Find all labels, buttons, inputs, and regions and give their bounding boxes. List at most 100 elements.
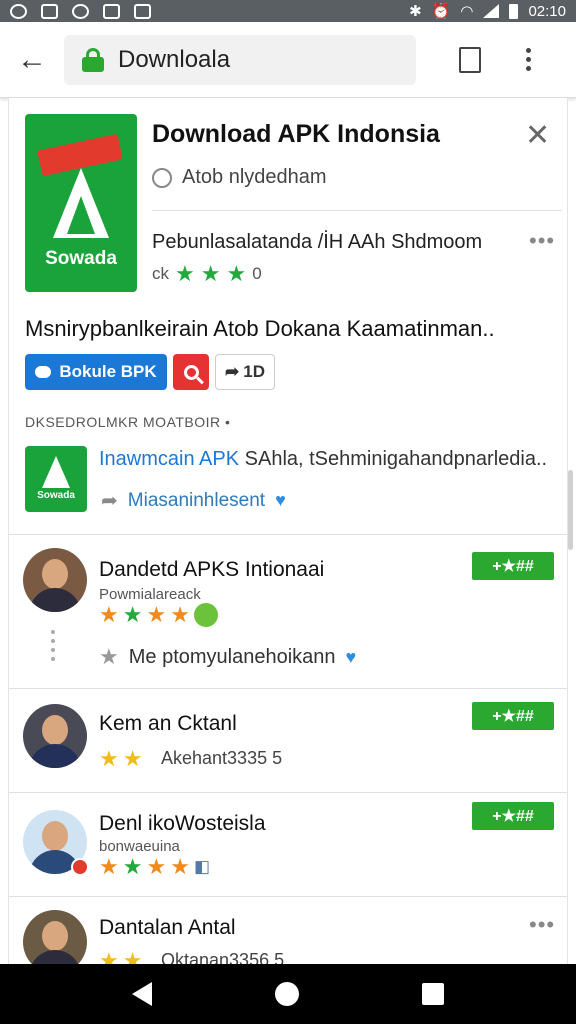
star-icon: ★ [200,261,221,286]
location-icon [72,3,89,19]
status-bar: ✱ ⏰ ◠ 02:10 [0,0,576,22]
download-count-icon: ck [152,264,169,283]
rating-badge: +★## [472,802,554,830]
review-title: Dandetd APKS Intionaai [99,558,325,581]
star-icon: ★ [99,602,119,627]
publisher-name: Atob nlydedham [182,166,327,188]
emoji-icon [193,603,218,627]
signal-icon [483,4,500,18]
thread-dots [51,630,55,661]
notification-icon [10,3,27,19]
review-meta: Akehant3335 5 [161,748,283,768]
app-hero-image[interactable]: Sowada [25,114,137,292]
search-button[interactable] [173,354,209,390]
clock-icon [152,167,172,188]
avatar [23,548,87,612]
download-icon [35,366,52,378]
scrollbar[interactable] [568,470,573,550]
star-icon[interactable]: ★ [99,644,119,670]
avatar [23,910,87,964]
review-stars: ★ ★ [99,948,142,964]
back-arrow-icon: ← [17,42,47,76]
review-meta: bonwaeuina [99,838,180,855]
review-stars: ★ ★ ★ ★ [99,602,218,628]
star-icon: ★ [122,602,143,627]
section-label: DKSEDROLMKR MOATBOIR • [25,414,231,430]
star-icon: ★ [170,602,190,627]
review-stars: ★ ★ [99,746,142,772]
share-id-button[interactable]: ➦ 1D [215,354,275,390]
alarm-icon: ⏰ [431,3,451,20]
image-icon [41,3,58,19]
sponsored-app-icon[interactable]: Sowada [25,446,87,512]
close-button[interactable]: ✕ [525,118,550,153]
close-icon: ✕ [525,119,551,152]
publisher-row: Atob nlydedham [152,166,327,189]
battery-icon [509,3,519,19]
back-button[interactable]: ← [0,28,64,92]
url-bar[interactable]: Downloala [64,34,416,85]
star-icon: ★ [99,854,119,879]
more-options-icon[interactable]: ••• [529,912,555,938]
review-meta: Powmialareack [99,586,201,603]
list-item[interactable]: Dandetd APKS Intionaai +★## Powmialareac… [9,534,567,688]
heart-icon[interactable]: ♥ [346,647,357,668]
rating-badge: +★## [472,702,554,730]
overflow-menu-button[interactable] [508,35,548,85]
more-options-icon[interactable]: ••• [529,228,555,254]
review-title: Denl ikoWosteisla [99,812,266,835]
star-icon: ★ [122,746,143,771]
avatar [23,704,87,768]
star-icon: ★ [122,948,143,964]
hero-word: Sowada [45,248,117,269]
system-nav-bar [0,964,576,1024]
rating-badge: +★## [472,552,554,580]
app-title: Download APK Indonsia [152,120,440,148]
star-icon: ★ [146,602,167,627]
reply-row: ★ Me ptomyulanehoikann ♥ [99,644,356,670]
share-id-label: 1D [243,362,265,381]
list-item[interactable]: Dantalan Antal ••• ★ ★ Oktanan3356 5 [9,896,567,964]
sponsored-title[interactable]: Inawmcain APK SAhla, tSehminigahandpnarl… [99,448,547,471]
browser-toolbar: ← Downloala [0,22,576,98]
app-rating: ck ★ ★ ★ 0 [152,261,262,287]
sponsored-icon-word: Sowada [37,490,75,501]
download-icon [134,3,151,19]
app-subtitle: Pebunlasalatanda /İH AAh Shdmoom [152,231,483,253]
list-item[interactable]: Denl ikoWosteisla +★## bonwaeuina ★ ★ ★ … [9,792,567,896]
star-icon: ★ [122,854,143,879]
star-icon: ★ [226,261,247,286]
sponsored-title-rest: SAhla, tSehminigahandpnarledia.. [244,448,548,470]
list-item[interactable]: Kem an Cktanl +★## ★ ★ Akehant3335 5 [9,688,567,792]
tag-icon: ◧ [193,857,210,876]
star-icon: ★ [175,261,195,286]
bookmark-button[interactable] [450,35,490,85]
lock-icon [82,47,104,72]
url-text: Downloala [118,45,231,73]
star-icon: ★ [146,854,167,879]
wifi-icon: ◠ [460,3,474,20]
download-apk-label: Bokule BPK [59,362,157,381]
sponsored-sub-row: ➦ Miasaninhlesent ♥ [101,488,286,513]
star-icon: ★ [170,854,190,879]
bluetooth-icon: ✱ [409,3,422,20]
sd-card-icon [103,3,120,19]
heart-icon[interactable]: ♥ [275,490,286,511]
nav-back-icon[interactable] [131,982,152,1006]
download-apk-button[interactable]: Bokule BPK [25,354,167,390]
star-icon: ★ [99,948,119,964]
divider [152,210,562,211]
review-title: Dantalan Antal [99,916,236,939]
action-buttons: Bokule BPK ➦ 1D [25,354,275,390]
nav-recents-icon[interactable] [422,983,445,1005]
share-icon: ➦ [225,362,240,381]
sponsored-subtitle: Miasaninhlesent [127,489,266,511]
sponsored-title-link[interactable]: Inawmcain APK [99,448,239,470]
search-icon [183,364,199,380]
nav-home-icon[interactable] [274,982,299,1006]
share-icon[interactable]: ➦ [101,488,118,513]
app-description: Msnirypbanlkeirain Atob Dokana Kaamatinm… [25,316,495,341]
rating-extra: 0 [252,264,262,283]
star-icon: ★ [99,746,119,771]
review-meta: Oktanan3356 5 [161,950,285,964]
